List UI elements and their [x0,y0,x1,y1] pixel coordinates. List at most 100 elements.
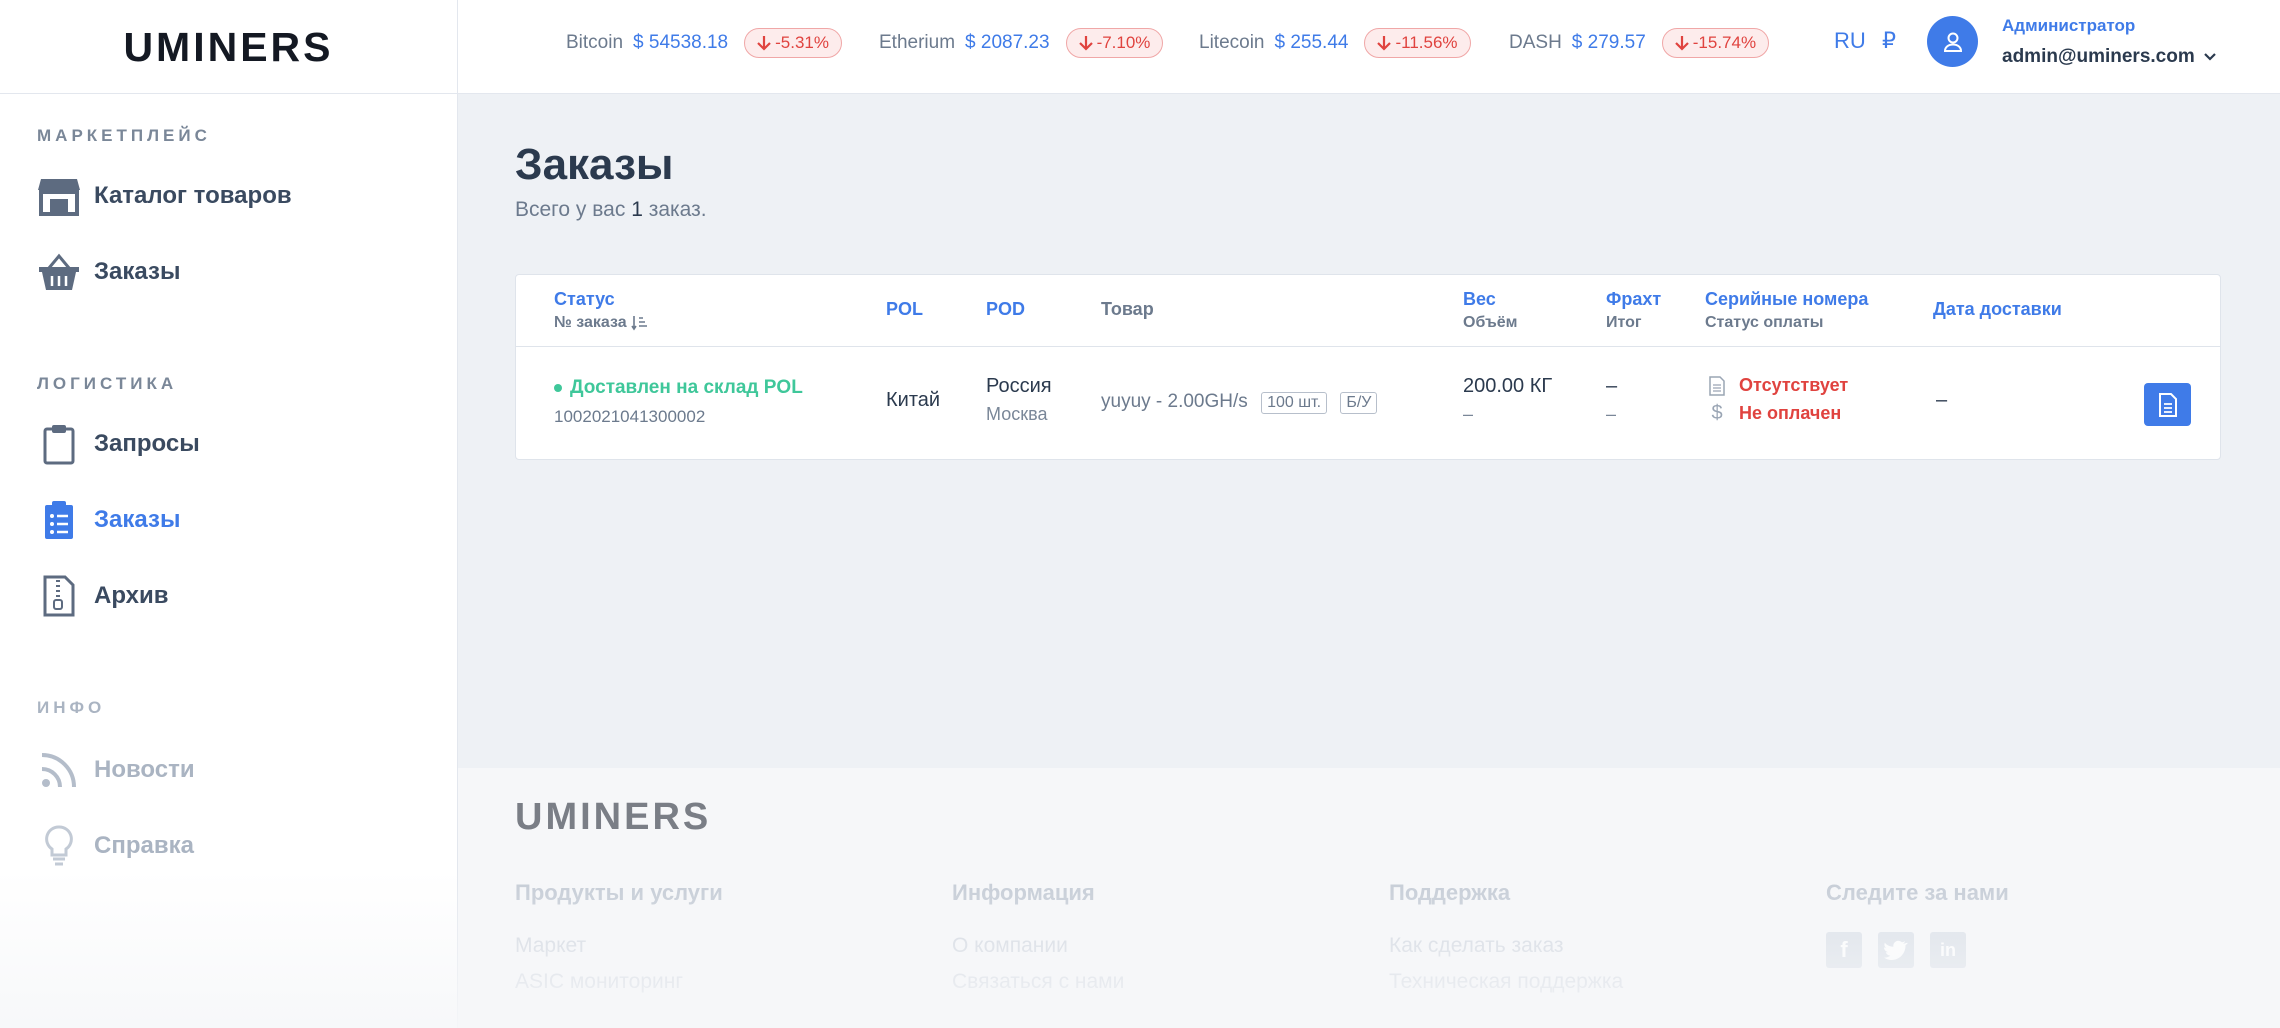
subtitle-prefix: Всего у вас [515,198,626,221]
serials-line: Отсутствует [1709,375,1848,396]
ticker-dash: DASH $ 279.57 -15.74% [1509,26,1770,60]
quantity-tag: 100 шт. [1261,392,1328,414]
user-role: Администратор [2002,16,2136,35]
arrow-down-icon [757,36,771,51]
footer-column-title: Продукты и услуги [515,880,723,905]
arrow-down-icon [1674,36,1689,51]
footer-link[interactable]: Техническая поддержка [1389,970,1623,994]
column-header-status[interactable]: Статус № заказа [554,289,649,332]
footer-link[interactable]: Маркет [515,934,586,958]
ticker-name: Etherium [879,32,956,53]
ticker-price: $ 255.44 [1274,32,1349,53]
cell-pod: Россия Москва [986,375,1052,425]
avatar[interactable] [1927,16,1978,67]
page-subtitle: Всего у вас 1 заказ. [515,198,707,222]
dollar-icon: $ [1711,402,1723,424]
column-header-pod[interactable]: POD [986,299,1025,320]
cell-delivery-date: – [1936,389,1948,411]
rss-icon [36,747,82,793]
twitter-icon[interactable] [1878,932,1914,968]
header-sublabel: Итог [1606,314,1642,331]
header-label: Серийные номера [1705,289,1869,309]
ticker-change-badge: -11.56% [1364,28,1471,58]
footer-column-title: Следите за нами [1826,880,2009,905]
sidebar-item-label: Запросы [94,430,200,457]
logo-container[interactable]: UMINERS [0,0,458,94]
sidebar-section-title: МАРКЕТПЛЕЙС [37,126,211,145]
footer-column-title: Поддержка [1389,880,1511,905]
sidebar-item-label: Новости [94,756,195,783]
order-number: 1002021041300002 [554,407,706,426]
sidebar-item-news[interactable]: Новости [36,746,195,794]
sidebar-item-market-orders[interactable]: Заказы [36,248,180,296]
ticker-litecoin: Litecoin $ 255.44 -11.56% [1199,26,1471,60]
sidebar-item-label: Справка [94,832,194,859]
lightbulb-icon [36,823,82,869]
footer-link[interactable]: Как сделать заказ [1389,934,1564,958]
sidebar-item-archive[interactable]: Архив [36,572,169,620]
volume-value: – [1463,404,1474,424]
facebook-icon[interactable]: f [1826,932,1862,968]
ticker-price: $ 54538.18 [633,32,729,53]
ticker-change-value: -11.56% [1395,33,1458,52]
ticker-price: $ 279.57 [1571,32,1646,53]
arrow-down-icon [1078,36,1093,51]
footer-link[interactable]: Связаться с нами [952,970,1124,994]
order-document-button[interactable] [2144,383,2191,426]
archive-file-icon [36,573,82,619]
sidebar-item-label: Заказы [94,258,181,285]
sidebar: МАРКЕТПЛЕЙС Каталог товаров Заказы ЛОГИС… [0,94,458,1028]
file-text-icon [2158,392,2177,417]
column-header-order-no[interactable]: № заказа [554,314,649,332]
ticker-change-badge: -15.74% [1661,28,1770,58]
pod-city: Москва [986,404,1048,424]
status-text: Доставлен на склад POL [570,377,803,398]
sort-icon[interactable] [631,315,649,331]
sidebar-section-title: ИНФО [37,698,106,717]
column-header-delivery-date[interactable]: Дата доставки [1933,299,2062,320]
header-label: Статус [554,289,615,309]
user-menu[interactable]: admin@uminers.com [2002,46,2217,68]
cell-serials: Отсутствует $ Не оплачен [1709,375,1848,425]
column-header-serials[interactable]: Серийные номера Статус оплаты [1705,289,1868,332]
header-label: Вес [1463,289,1496,309]
ticker-change-value: -7.10% [1096,33,1151,52]
sidebar-item-requests[interactable]: Запросы [36,420,200,468]
ticker-bitcoin: Bitcoin $ 54538.18 -5.31% [566,26,842,60]
footer-link[interactable]: О компании [952,934,1068,958]
status-dot [554,384,562,392]
sidebar-item-logistics-orders[interactable]: Заказы [36,496,180,544]
column-header-product: Товар [1101,299,1154,319]
logo[interactable]: UMINERS [123,24,333,71]
footer-link[interactable]: ASIC мониторинг [515,970,683,994]
sidebar-section-title: ЛОГИСТИКА [37,374,178,393]
sidebar-item-help[interactable]: Справка [36,822,194,870]
main-content: Заказы Всего у вас 1 заказ. Статус № зак… [458,94,2280,768]
sidebar-item-catalog[interactable]: Каталог товаров [36,172,292,220]
arrow-down-icon [1377,36,1392,51]
ticker-change-badge: -5.31% [744,28,842,58]
ticker-name: Bitcoin [566,32,624,53]
header-sublabel: № заказа [554,314,627,331]
ticker-name: DASH [1509,32,1562,53]
product-name[interactable]: yuyuy - 2.00GH/s [1101,391,1248,412]
document-icon [1709,375,1725,396]
footer-logo[interactable]: UMINERS [515,796,711,839]
column-header-weight[interactable]: Вес Объём [1463,289,1518,332]
total-value: – [1606,404,1617,424]
ticker-change-value: -5.31% [775,33,829,52]
serials-status: Отсутствует [1739,375,1849,395]
language-switch[interactable]: RU [1834,28,1866,54]
subtitle-suffix: заказ. [648,198,707,221]
column-header-freight[interactable]: Фрахт Итог [1606,289,1661,332]
cell-pol: Китай [886,389,941,411]
store-icon [36,173,82,219]
sidebar-item-label: Каталог товаров [94,182,292,209]
order-count: 1 [631,198,643,221]
column-header-pol[interactable]: POL [886,299,923,320]
header-sublabel: Объём [1463,314,1518,331]
freight-value: – [1606,375,1618,397]
currency-switch[interactable]: ₽ [1882,28,1896,54]
page-title: Заказы [515,140,674,189]
linkedin-icon[interactable]: in [1930,932,1966,968]
